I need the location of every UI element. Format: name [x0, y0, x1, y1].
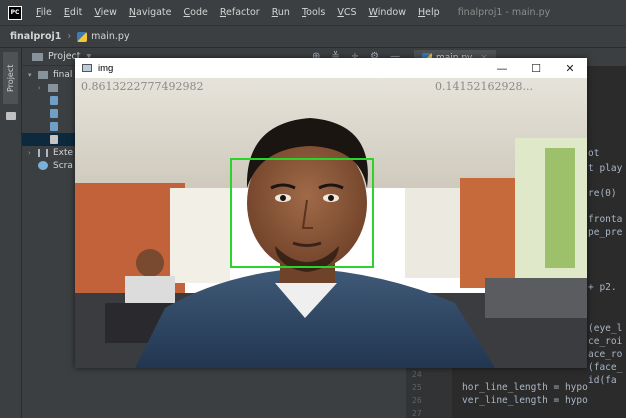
code-fragment: id(fa: [588, 375, 617, 386]
right-value-readout: 0.14152162928...: [435, 80, 533, 93]
code-fragment: ace_ro: [588, 349, 623, 360]
pycharm-logo: PC: [8, 5, 22, 20]
folder-icon: [32, 52, 43, 61]
line-number: 25: [412, 383, 422, 392]
code-fragment: t play: [588, 163, 623, 174]
code-fragment: (eye_l: [588, 323, 623, 334]
breadcrumb: finalproj1 › main.py: [0, 26, 626, 48]
code-fragment: ot: [588, 148, 600, 159]
image-window-titlebar[interactable]: img — ☐ ✕: [75, 58, 587, 78]
tree-item-label: Scra: [53, 160, 73, 171]
face-detection-box: [230, 158, 374, 268]
folder-icon: [48, 83, 58, 92]
breadcrumb-file[interactable]: main.py: [91, 31, 129, 42]
menu-window[interactable]: Window: [369, 7, 406, 18]
python-file-icon: [50, 109, 58, 118]
breadcrumb-separator: ›: [67, 31, 72, 42]
code-fragment: + p2.: [588, 282, 617, 293]
code-line: ver_line_length = hypo: [462, 395, 588, 406]
left-value-readout: 0.8613222777492982: [81, 80, 204, 93]
opencv-image-window[interactable]: img — ☐ ✕ 0.8613222777492982 0.141521629…: [75, 58, 587, 368]
python-file-icon: [50, 96, 58, 105]
menu-tools[interactable]: Tools: [302, 7, 325, 18]
menu-vcs[interactable]: VCS: [337, 7, 356, 18]
image-window-title: img: [98, 62, 114, 74]
menu-view[interactable]: View: [94, 7, 117, 18]
image-window-icon: [82, 64, 92, 72]
menu-run[interactable]: Run: [272, 7, 290, 18]
structure-icon[interactable]: [6, 112, 16, 120]
left-tool-strip: Project: [0, 48, 22, 418]
webcam-frame: 0.8613222777492982 0.14152162928...: [75, 78, 587, 368]
code-fragment: ce_roi: [588, 336, 623, 347]
text-file-icon: [50, 135, 58, 144]
menu-edit[interactable]: Edit: [64, 7, 82, 18]
menu-refactor[interactable]: Refactor: [220, 7, 260, 18]
python-file-icon: [77, 31, 88, 42]
menu-code[interactable]: Code: [184, 7, 208, 18]
code-fragment: re(0): [588, 188, 617, 199]
close-button[interactable]: ✕: [553, 58, 587, 78]
project-tool-tab[interactable]: Project: [3, 52, 18, 104]
window-title: finalproj1 - main.py: [457, 7, 551, 18]
menu-file[interactable]: File: [36, 7, 52, 18]
chevron-right-icon: ›: [28, 148, 31, 157]
line-number: 24: [412, 370, 422, 379]
window-controls: — ☐ ✕: [485, 58, 587, 78]
menu-help[interactable]: Help: [418, 7, 440, 18]
menu-bar: PC File Edit View Navigate Code Refactor…: [0, 0, 626, 26]
chevron-right-icon: ›: [38, 83, 41, 92]
minimize-button[interactable]: —: [485, 58, 519, 78]
breadcrumb-project[interactable]: finalproj1: [10, 31, 61, 42]
code-fragment: (face_: [588, 362, 623, 373]
chevron-down-icon: ▾: [28, 70, 32, 79]
code-line: hor_line_length = hypo: [462, 382, 588, 393]
folder-icon: [38, 70, 48, 79]
maximize-button[interactable]: ☐: [519, 58, 553, 78]
menu-navigate[interactable]: Navigate: [129, 7, 172, 18]
code-fragment: pe_pre: [588, 227, 623, 238]
code-fragment: fronta: [588, 214, 623, 225]
line-number: 27: [412, 409, 422, 418]
python-file-icon: [50, 122, 58, 131]
tree-item-label: Exte: [53, 147, 74, 158]
line-number: 26: [412, 396, 422, 405]
scratch-icon: [38, 161, 48, 170]
library-icon: [38, 148, 48, 157]
tree-item-label: final: [53, 69, 73, 80]
